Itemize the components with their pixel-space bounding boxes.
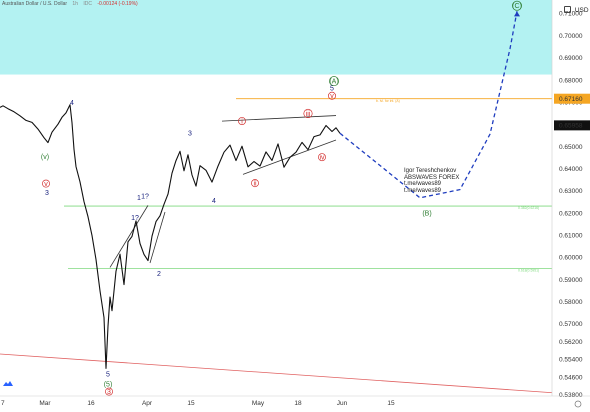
chart-container: b. lvl. for int. (A) 0.382(0.6216) 0.618(0… xyxy=(0,0,590,412)
wave-label: 5 xyxy=(330,86,334,93)
price-chart[interactable]: b. lvl. for int. (A) 0.382(0.6216) 0.618(0… xyxy=(0,0,590,412)
price-line[interactable] xyxy=(0,104,341,369)
wave-label: (A) xyxy=(329,78,338,85)
x-tick-label: Mar xyxy=(39,400,51,407)
lower-red-trendline[interactable] xyxy=(0,353,586,396)
support-1-label: 0.382(0.6216) xyxy=(518,206,539,210)
y-tick-label: 0.69000 xyxy=(559,55,583,62)
y-tick-label: 0.60000 xyxy=(559,255,583,262)
chart-header: Australian Dollar / U.S. Dollar 1h IDC -… xyxy=(2,1,142,7)
wave-label: 3 xyxy=(107,389,111,396)
resistance-label: b. lvl. for int. (A) xyxy=(376,99,400,103)
y-tick-label: 0.56200 xyxy=(559,339,583,346)
currency-label: USD xyxy=(574,7,589,14)
author-link-2[interactable]: t.me/waves89 xyxy=(404,188,459,195)
wave-label: (v) xyxy=(41,154,49,161)
x-tick-label: Jun xyxy=(337,400,348,407)
wave-label: iv xyxy=(319,154,325,161)
price-badge-label: 0.65958 xyxy=(559,123,583,130)
x-tick-label: 15 xyxy=(387,400,395,407)
wave-label: v xyxy=(44,181,48,188)
x-tick-label: 15 xyxy=(187,400,195,407)
wave-label: 1? xyxy=(141,193,149,200)
author-name: Igor Tereshchenkov xyxy=(404,168,457,174)
wave-label: 5 xyxy=(106,371,110,378)
upper-wedge-line[interactable] xyxy=(221,115,337,122)
y-tick-label: 0.55400 xyxy=(559,357,583,364)
price-badge-label: 0.67160 xyxy=(559,96,583,103)
y-tick-label: 0.57000 xyxy=(559,321,583,328)
wave-label: (5) xyxy=(104,381,113,388)
y-tick-label: 0.58000 xyxy=(559,299,583,306)
wave-label: (B) xyxy=(422,210,431,217)
y-tick-label: 0.54600 xyxy=(559,374,583,381)
wave-label: iii xyxy=(306,111,311,118)
wave-label: 3 xyxy=(188,131,192,138)
symbol-title: Australian Dollar / U.S. Dollar xyxy=(2,1,68,7)
price-change: -0.00124 (-0.19%) xyxy=(97,1,138,7)
wave-label: 4 xyxy=(212,198,216,205)
wave-label: 1? xyxy=(131,215,139,222)
author-note: Igor Tereshchenkov ABSWAVES FOREX t.me/w… xyxy=(404,168,459,194)
y-tick-label: 0.68000 xyxy=(559,77,583,84)
support-2-label: 0.618(0.5951) xyxy=(518,269,539,273)
y-tick-label: 0.62000 xyxy=(559,210,583,217)
y-tick-label: 0.70000 xyxy=(559,33,583,40)
settings-icon[interactable] xyxy=(564,6,571,13)
source-label: IDC xyxy=(83,1,92,7)
y-tick-label: 0.59000 xyxy=(559,277,583,284)
wave-label: (C) xyxy=(512,3,522,10)
wave-label: 3 xyxy=(45,190,49,197)
y-tick-label: 0.64000 xyxy=(559,166,583,173)
y-tick-label: 0.63000 xyxy=(559,188,583,195)
interval-label[interactable]: 1h xyxy=(72,1,78,7)
wave-label: 4 xyxy=(70,100,74,107)
y-tick-label: 0.61000 xyxy=(559,233,583,240)
x-tick-label: 18 xyxy=(294,400,302,407)
x-tick-label: Apr xyxy=(142,400,153,407)
x-tick-label: 7 xyxy=(1,400,5,407)
wave-label: 2 xyxy=(157,271,161,278)
wave-label: ii xyxy=(253,180,257,187)
y-tick-label: 0.65000 xyxy=(559,144,583,151)
currency-selector[interactable]: USD xyxy=(564,6,589,14)
tradingview-logo-icon[interactable] xyxy=(3,381,13,387)
x-tick-label: May xyxy=(252,400,265,407)
early-rise-line[interactable] xyxy=(109,205,149,268)
target-zone xyxy=(0,0,552,75)
wave-label: v xyxy=(330,93,334,100)
x-tick-label: 16 xyxy=(87,400,95,407)
